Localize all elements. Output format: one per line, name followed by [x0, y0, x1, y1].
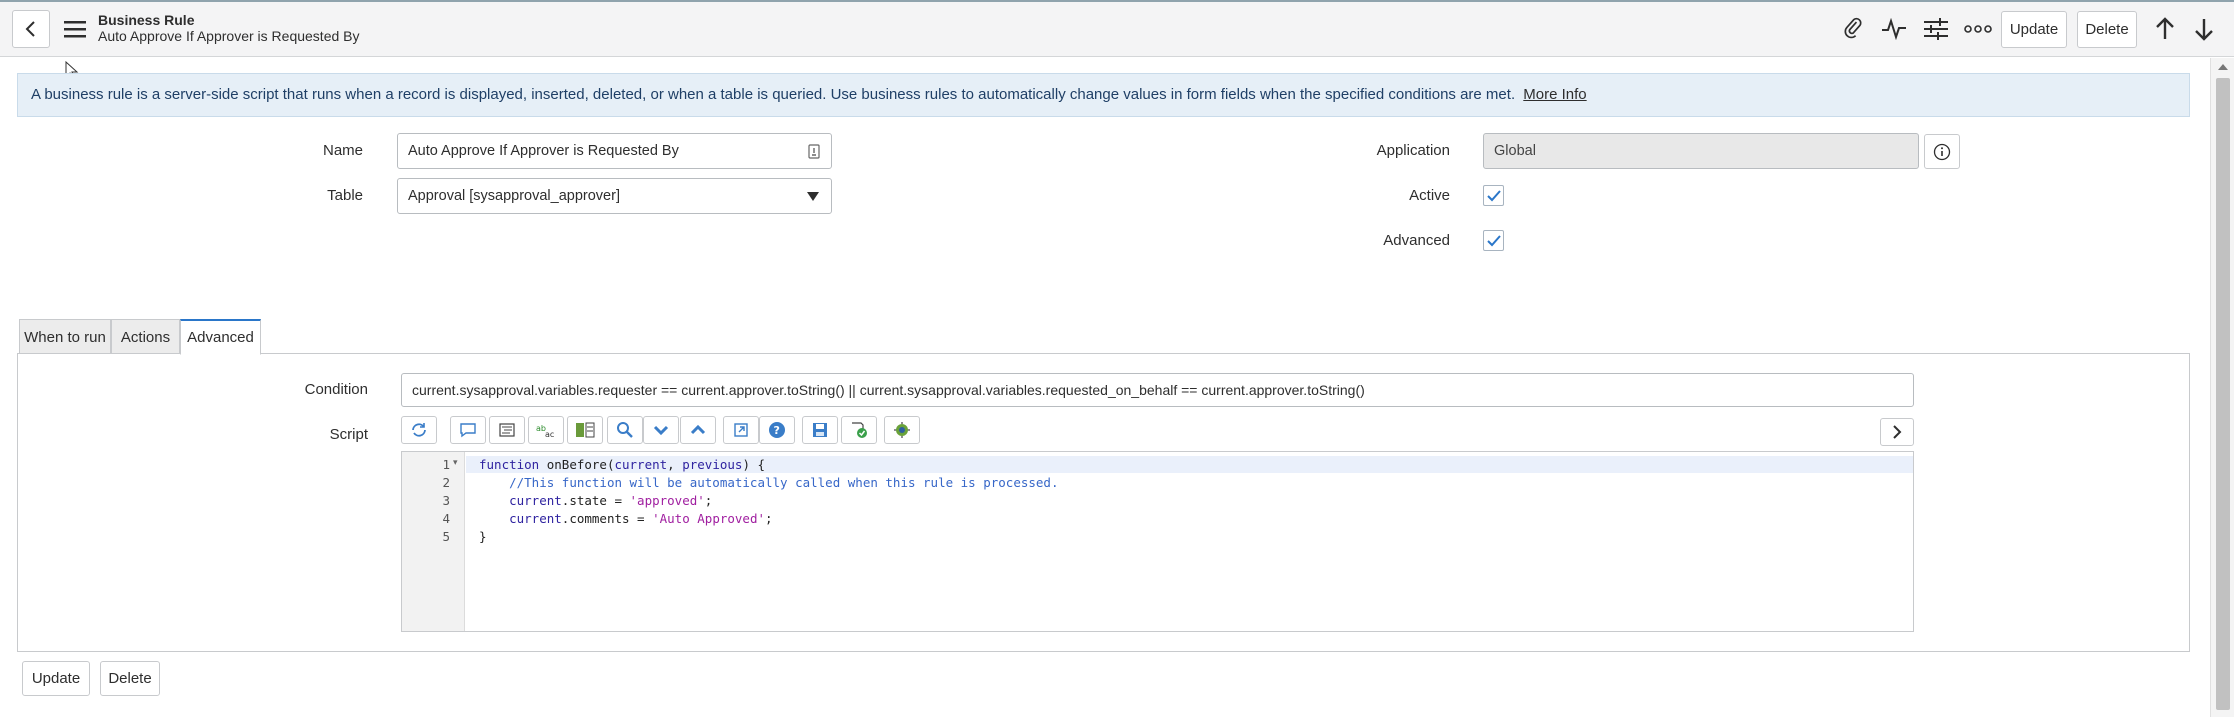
replace-icon: abac	[536, 424, 554, 438]
replace-button[interactable]: ab ac	[528, 416, 564, 444]
info-icon	[1933, 143, 1951, 160]
active-label: Active	[1409, 187, 1450, 204]
table-label: Table	[327, 187, 363, 204]
script-debugger-button[interactable]	[884, 416, 920, 444]
scrollbar-thumb[interactable]	[2216, 78, 2230, 710]
tab-when-to-run[interactable]: When to run	[19, 319, 111, 355]
condition-label: Condition	[304, 381, 368, 398]
update-button-footer[interactable]: Update	[22, 661, 90, 696]
svg-text:?: ?	[774, 424, 780, 437]
code-line: current.comments = 'Auto Approved';	[509, 511, 773, 526]
delete-button-header[interactable]: Delete	[2077, 11, 2137, 48]
settings-sliders-icon[interactable]	[1921, 14, 1951, 44]
application-field: Global	[1483, 133, 1919, 169]
table-value: Approval [sysapproval_approver]	[408, 188, 620, 204]
script-check-icon	[852, 422, 867, 438]
advanced-checkbox[interactable]	[1483, 230, 1504, 251]
page-scrollbar[interactable]	[2210, 58, 2234, 717]
code-line: //This function will be automatically ca…	[509, 475, 1059, 490]
application-info-button[interactable]	[1924, 134, 1960, 169]
code-line: function onBefore(current, previous) {	[479, 457, 766, 472]
line-number: 3	[442, 493, 450, 508]
condition-value: current.sysapproval.variables.requester …	[412, 382, 1365, 398]
refresh-icon	[412, 423, 426, 437]
script-label: Script	[329, 426, 368, 443]
find-next-button[interactable]	[643, 416, 679, 444]
chevron-down-icon	[653, 425, 669, 436]
line-number: 1	[442, 457, 450, 472]
save-icon	[813, 423, 827, 437]
expand-icon	[734, 423, 748, 437]
record-name: Auto Approve If Approver is Requested By	[98, 28, 360, 44]
help-icon: ?	[769, 422, 785, 438]
more-info-link[interactable]: More Info	[1523, 86, 1586, 103]
tab-actions[interactable]: Actions	[111, 319, 180, 355]
chevron-left-icon	[25, 21, 35, 37]
previous-record-arrow-icon[interactable]	[2150, 14, 2180, 44]
fold-arrow-icon[interactable]: ▾	[453, 457, 458, 468]
replace-all-icon	[576, 422, 595, 438]
activity-icon[interactable]	[1879, 14, 1909, 44]
context-menu-icon[interactable]	[60, 14, 90, 44]
svg-text:ac: ac	[545, 430, 554, 438]
search-icon	[617, 422, 633, 438]
fullscreen-button[interactable]	[723, 416, 759, 444]
delete-button-footer[interactable]: Delete	[100, 661, 160, 696]
format-code-button[interactable]	[489, 416, 525, 444]
line-number: 4	[442, 511, 450, 526]
chevron-right-icon	[1893, 425, 1902, 439]
name-label: Name	[322, 142, 363, 159]
expand-editor-button[interactable]	[1880, 418, 1914, 446]
dropdown-arrow-icon	[807, 191, 819, 201]
name-value: Auto Approve If Approver is Requested By	[408, 143, 679, 159]
advanced-label: Advanced	[1383, 232, 1450, 249]
find-previous-button[interactable]	[680, 416, 716, 444]
checkmark-icon	[1486, 234, 1501, 246]
next-record-arrow-icon[interactable]	[2189, 14, 2219, 44]
debug-icon	[894, 422, 910, 438]
table-select[interactable]: Approval [sysapproval_approver]	[397, 178, 832, 214]
script-editor[interactable]: 1 ▾ 2 3 4 5 function onBefore(current, p…	[401, 451, 1914, 632]
scroll-up-arrow-icon[interactable]	[2218, 64, 2228, 70]
code-line: }	[479, 529, 487, 544]
condition-input[interactable]: current.sysapproval.variables.requester …	[401, 373, 1914, 407]
tab-advanced[interactable]: Advanced	[180, 319, 261, 355]
form-title: Business Rule	[98, 12, 195, 28]
active-checkbox[interactable]	[1483, 185, 1504, 206]
back-button[interactable]	[12, 10, 50, 48]
code-line: current.state = 'approved';	[509, 493, 713, 508]
chevron-up-icon	[690, 424, 706, 435]
toggle-comment-button[interactable]	[450, 416, 486, 444]
translate-icon[interactable]	[807, 143, 821, 159]
check-syntax-button[interactable]	[841, 416, 877, 444]
save-button[interactable]	[802, 416, 838, 444]
comment-icon	[460, 423, 476, 438]
search-button[interactable]	[607, 416, 643, 444]
form-header: Business Rule Auto Approve If Approver i…	[0, 0, 2234, 57]
help-button[interactable]: ?	[759, 416, 795, 444]
name-input[interactable]: Auto Approve If Approver is Requested By	[397, 133, 832, 169]
replace-all-button[interactable]	[567, 416, 603, 444]
application-label: Application	[1376, 142, 1450, 159]
toggle-syntax-editor-button[interactable]	[401, 416, 437, 444]
checkmark-icon	[1486, 189, 1501, 201]
update-button-header[interactable]: Update	[2001, 11, 2067, 48]
info-banner: A business rule is a server-side script …	[17, 73, 2190, 117]
line-number: 2	[442, 475, 450, 490]
line-number: 5	[442, 529, 450, 544]
more-options-icon[interactable]	[1962, 14, 1994, 44]
info-text: A business rule is a server-side script …	[31, 86, 1516, 103]
application-value: Global	[1494, 143, 1536, 159]
paperclip-icon[interactable]	[1838, 14, 1868, 44]
format-icon	[499, 423, 515, 437]
